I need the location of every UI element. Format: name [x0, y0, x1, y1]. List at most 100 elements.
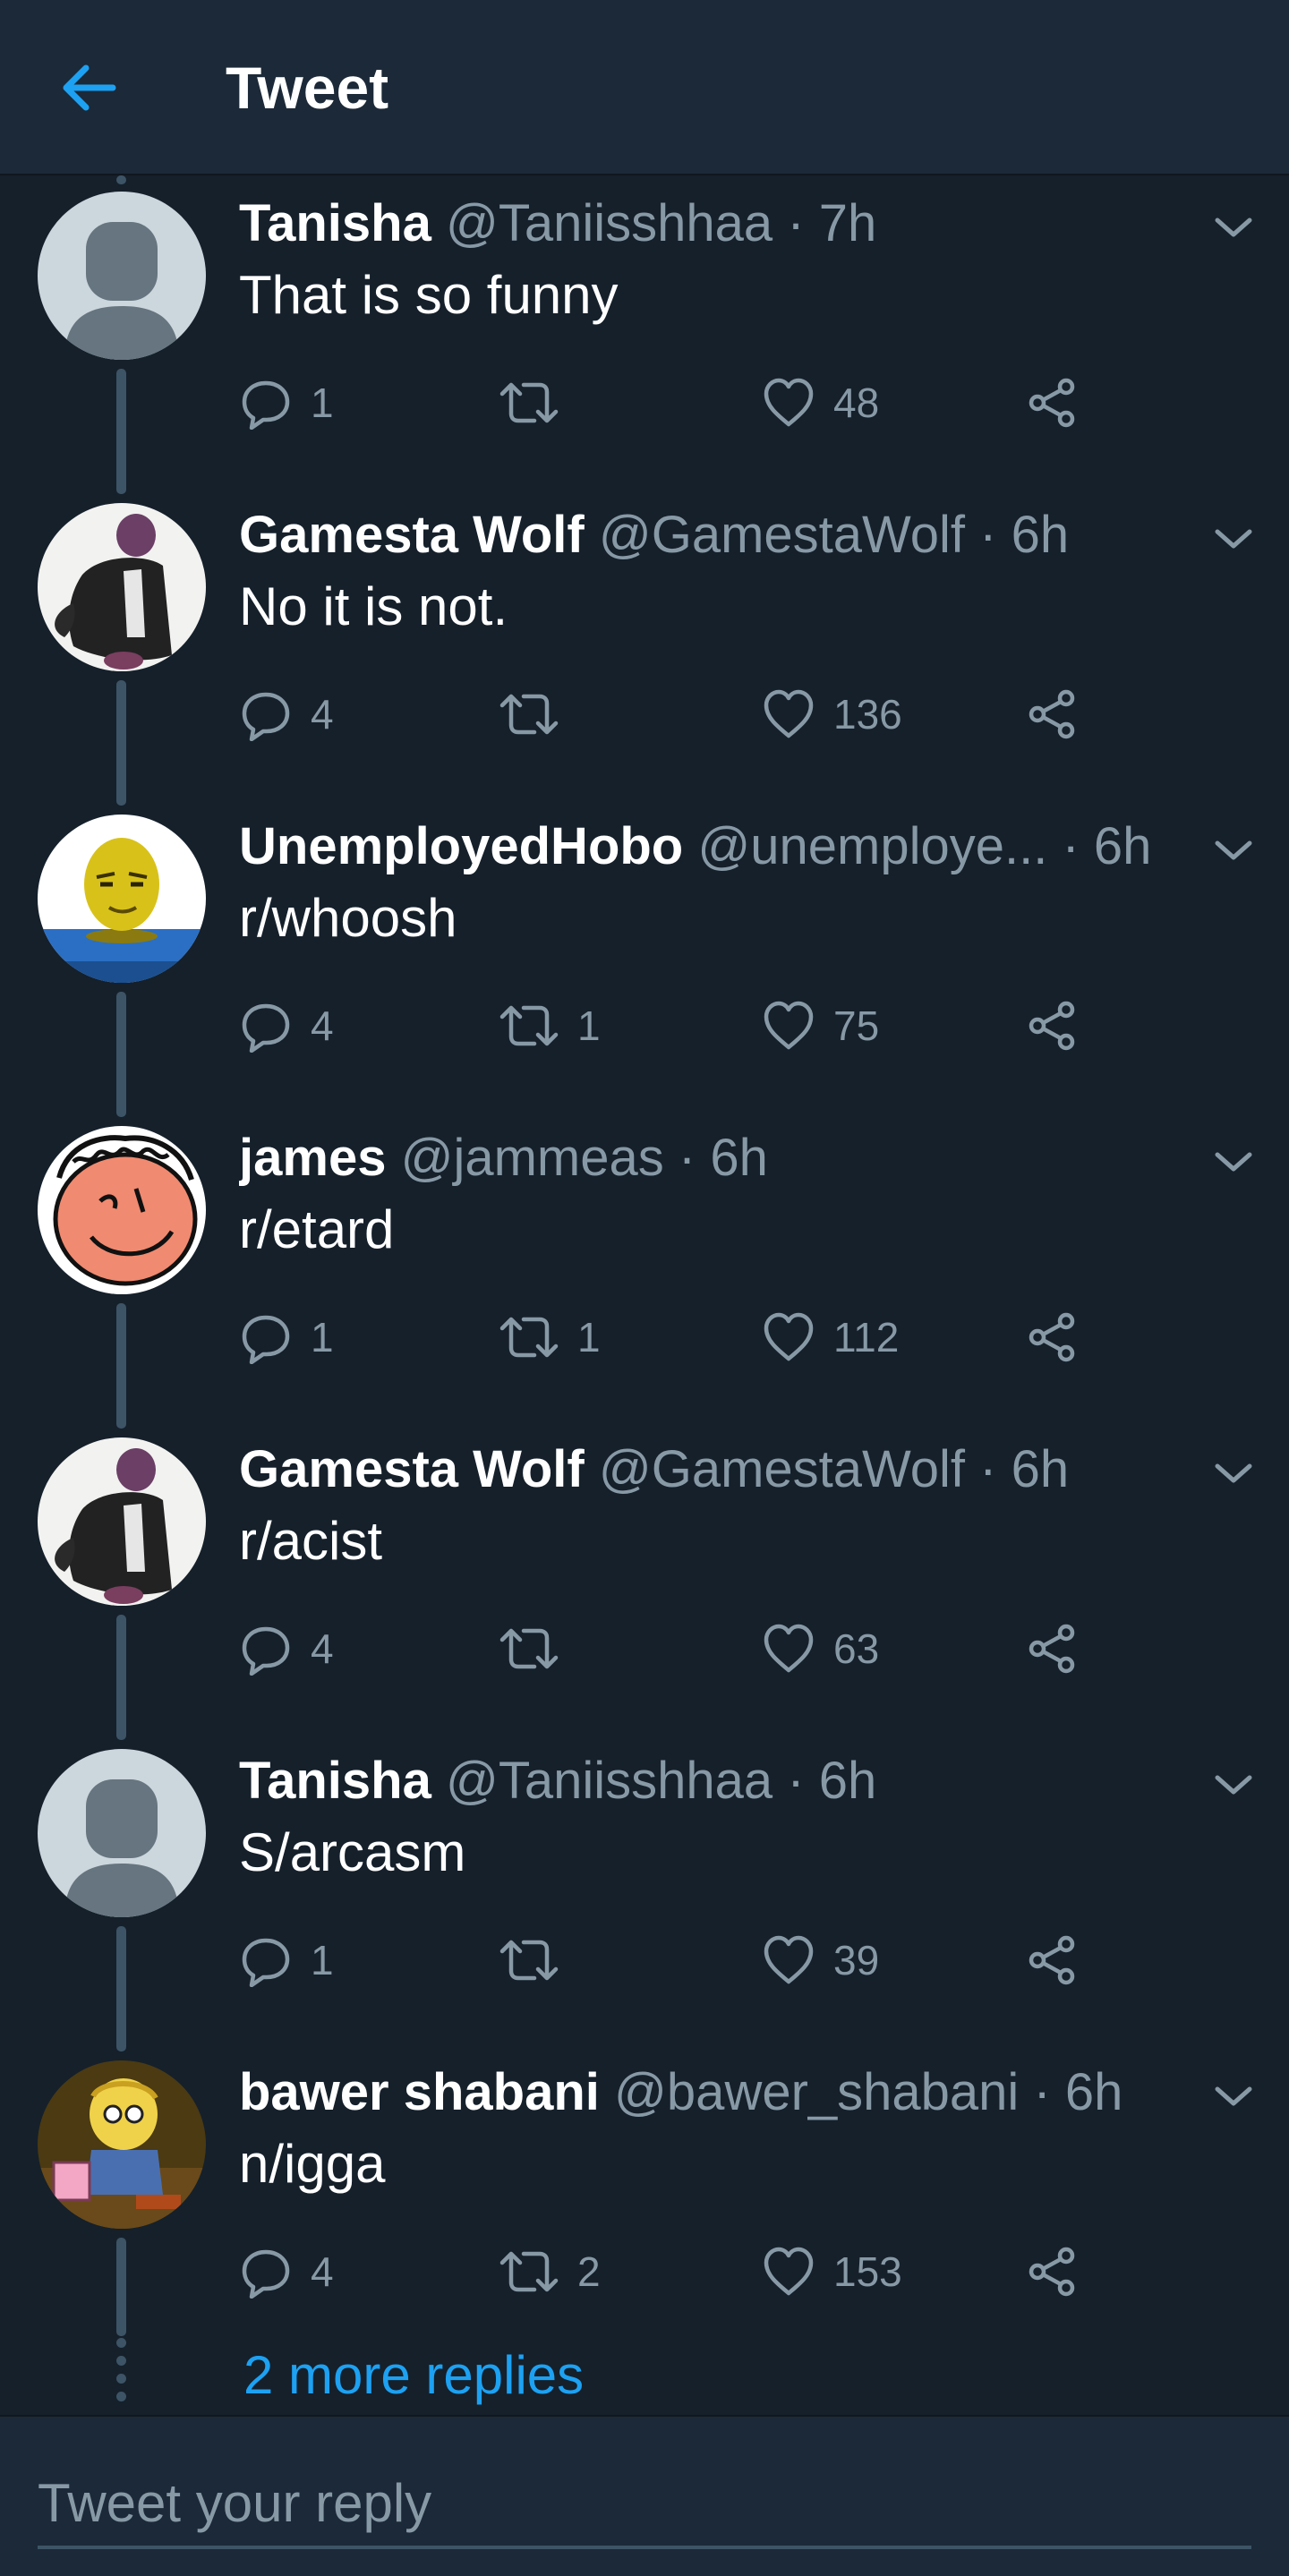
share-button[interactable] — [1025, 1928, 1079, 1992]
like-button[interactable]: 153 — [762, 2239, 902, 2304]
separator: · — [787, 1752, 805, 1810]
retweet-button[interactable] — [499, 682, 577, 746]
like-button[interactable]: 63 — [762, 1616, 879, 1681]
tweet-actions: 1 39 — [239, 1928, 1134, 1992]
reply-button[interactable]: 1 — [239, 1305, 334, 1369]
reply-icon — [242, 1315, 290, 1364]
share-button[interactable] — [1025, 994, 1079, 1058]
chevron-down-icon[interactable] — [1208, 1760, 1259, 1810]
user-name[interactable]: Tanisha — [239, 194, 431, 252]
user-name[interactable]: Gamesta Wolf — [239, 506, 585, 564]
chevron-down-icon[interactable] — [1208, 1137, 1259, 1187]
tweet[interactable]: Tanisha @Taniisshhaa · 7h That is so fun… — [0, 192, 1289, 503]
tweet-actions: 1 48 — [239, 371, 1134, 435]
user-name[interactable]: Gamesta Wolf — [239, 1440, 585, 1498]
retweet-icon — [499, 1317, 559, 1358]
share-button[interactable] — [1025, 1616, 1079, 1681]
retweet-count: 1 — [577, 1314, 601, 1361]
avatar[interactable] — [38, 2060, 206, 2229]
avatar[interactable] — [38, 1437, 206, 1606]
retweet-button[interactable]: 2 — [499, 2239, 601, 2304]
user-handle[interactable]: @GamestaWolf — [599, 1440, 965, 1498]
avatar[interactable] — [38, 1126, 206, 1294]
share-button[interactable] — [1025, 2239, 1079, 2304]
tweet-header: Gamesta Wolf @GamestaWolf · 6h — [239, 503, 1179, 567]
heart-icon — [764, 1935, 814, 1984]
tweet[interactable]: UnemployedHobo @unemploye... · 6h r/whoo… — [0, 815, 1289, 1126]
tweet[interactable]: Gamesta Wolf @GamestaWolf · 6h r/acist 4… — [0, 1437, 1289, 1749]
avatar[interactable] — [38, 192, 206, 360]
reply-button[interactable]: 4 — [239, 994, 334, 1058]
retweet-button[interactable]: 1 — [499, 1305, 601, 1369]
like-button[interactable]: 112 — [762, 1305, 899, 1369]
retweet-icon — [499, 1628, 559, 1669]
chevron-down-icon[interactable] — [1208, 202, 1259, 252]
like-button[interactable]: 136 — [762, 682, 902, 746]
user-handle[interactable]: @Taniisshhaa — [446, 1752, 773, 1810]
retweet-count: 1 — [577, 1002, 601, 1049]
user-name[interactable]: UnemployedHobo — [239, 817, 683, 875]
thread-dot — [116, 2338, 126, 2348]
avatar[interactable] — [38, 815, 206, 983]
user-handle[interactable]: @unemploye... — [697, 817, 1047, 875]
separator: · — [979, 1440, 997, 1498]
retweet-button[interactable] — [499, 1616, 577, 1681]
tweet[interactable]: james @jammeas · 6h r/etard 1 1 112 — [0, 1126, 1289, 1437]
reply-button[interactable]: 4 — [239, 682, 334, 746]
reply-count: 1 — [311, 380, 334, 426]
tweet[interactable]: Tanisha @Taniisshhaa · 6h S/arcasm 1 39 — [0, 1749, 1289, 2060]
tweet-actions: 4 1 75 — [239, 994, 1134, 1058]
like-count: 153 — [833, 2248, 902, 2295]
retweet-button[interactable] — [499, 371, 577, 435]
timestamp[interactable]: 6h — [710, 1129, 768, 1187]
avatar[interactable] — [38, 1749, 206, 1917]
reply-button[interactable]: 4 — [239, 1616, 334, 1681]
heart-icon — [764, 378, 814, 427]
tweet[interactable]: Gamesta Wolf @GamestaWolf · 6h No it is … — [0, 503, 1289, 815]
share-icon — [1029, 689, 1075, 739]
timestamp[interactable]: 6h — [1094, 817, 1152, 875]
share-icon — [1029, 1001, 1075, 1051]
like-count: 63 — [833, 1625, 880, 1672]
tweet-text: r/acist — [239, 1511, 383, 1571]
like-button[interactable]: 75 — [762, 994, 879, 1058]
timestamp[interactable]: 6h — [1065, 2063, 1123, 2121]
separator: · — [979, 506, 997, 564]
reply-button[interactable]: 1 — [239, 1928, 334, 1992]
separator: · — [1033, 2063, 1051, 2121]
tweet-header: Tanisha @Taniisshhaa · 7h — [239, 192, 1179, 256]
like-count: 75 — [833, 1002, 880, 1049]
user-handle[interactable]: @jammeas — [401, 1129, 664, 1187]
user-handle[interactable]: @Taniisshhaa — [446, 194, 773, 252]
like-count: 112 — [833, 1314, 900, 1361]
chevron-down-icon[interactable] — [1208, 2071, 1259, 2121]
thread-dot — [116, 2356, 126, 2366]
share-button[interactable] — [1025, 1305, 1079, 1369]
timestamp[interactable]: 7h — [819, 194, 877, 252]
user-handle[interactable]: @bawer_shabani — [614, 2063, 1019, 2121]
like-button[interactable]: 39 — [762, 1928, 879, 1992]
chevron-down-icon[interactable] — [1208, 1448, 1259, 1498]
user-handle[interactable]: @GamestaWolf — [599, 506, 965, 564]
reply-button[interactable]: 1 — [239, 371, 334, 435]
timestamp[interactable]: 6h — [819, 1752, 877, 1810]
reply-icon — [242, 380, 290, 430]
reply-input[interactable] — [38, 2467, 1251, 2549]
chevron-down-icon[interactable] — [1208, 825, 1259, 875]
share-button[interactable] — [1025, 682, 1079, 746]
user-name[interactable]: bawer shabani — [239, 2063, 600, 2121]
avatar[interactable] — [38, 503, 206, 671]
user-name[interactable]: james — [239, 1129, 386, 1187]
retweet-button[interactable]: 1 — [499, 994, 601, 1058]
retweet-button[interactable] — [499, 1928, 577, 1992]
like-button[interactable]: 48 — [762, 371, 879, 435]
reply-button[interactable]: 4 — [239, 2239, 334, 2304]
tweet[interactable]: bawer shabani @bawer_shabani · 6h n/igga… — [0, 2060, 1289, 2372]
back-button[interactable] — [43, 43, 132, 132]
share-button[interactable] — [1025, 371, 1079, 435]
more-replies-link[interactable]: 2 more replies — [243, 2340, 584, 2411]
timestamp[interactable]: 6h — [1012, 1440, 1070, 1498]
chevron-down-icon[interactable] — [1208, 514, 1259, 564]
timestamp[interactable]: 6h — [1012, 506, 1070, 564]
user-name[interactable]: Tanisha — [239, 1752, 431, 1810]
